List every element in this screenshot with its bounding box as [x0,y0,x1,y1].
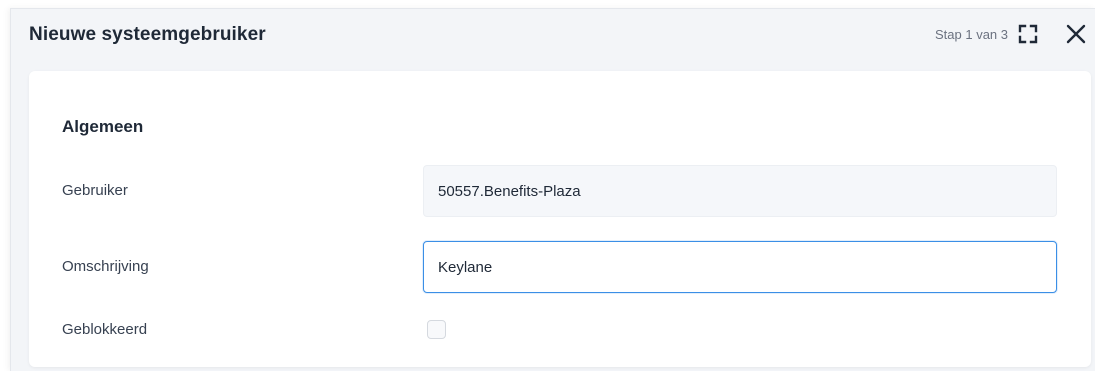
geblokkeerd-label: Geblokkeerd [62,321,148,338]
geblokkeerd-checkbox[interactable] [427,320,446,339]
gebruiker-input[interactable] [423,165,1057,217]
expand-button[interactable] [1017,23,1039,45]
new-system-user-dialog: Nieuwe systeemgebruiker Stap 1 van 3 Alg… [10,8,1095,371]
close-button[interactable] [1063,21,1089,47]
omschrijving-input[interactable] [423,241,1057,293]
section-title-algemeen: Algemeen [62,117,144,136]
gebruiker-label: Gebruiker [62,182,128,199]
form-card: Algemeen Gebruiker Omschrijving Geblokke… [29,71,1091,367]
omschrijving-label: Omschrijving [62,258,149,275]
expand-icon [1018,24,1038,44]
dialog-header: Nieuwe systeemgebruiker Stap 1 van 3 [11,9,1095,65]
close-icon [1066,24,1086,44]
dialog-title: Nieuwe systeemgebruiker [29,24,266,45]
step-indicator: Stap 1 van 3 [935,27,1008,42]
